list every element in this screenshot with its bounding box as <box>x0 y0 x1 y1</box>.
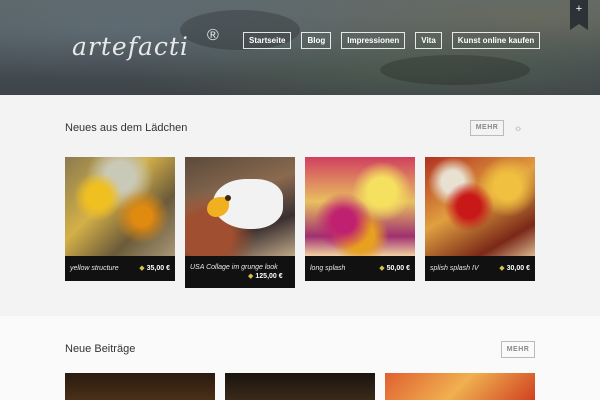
eagle-eye-shape <box>225 195 231 201</box>
product-name[interactable]: long splash <box>310 265 345 272</box>
price-tag-icon: ◆ <box>248 273 254 280</box>
price-tag-icon: ◆ <box>139 265 145 272</box>
product-caption: USA Collage im grunge look ◆ 125,00 € <box>185 256 295 288</box>
product-price: 125,00 € <box>255 273 283 280</box>
post-thumbnail[interactable] <box>225 373 375 400</box>
product-caption: yellow structure ◆ 35,00 € <box>65 256 175 281</box>
nav-startseite[interactable]: Startseite <box>243 32 292 49</box>
nav-vita[interactable]: Vita <box>415 32 442 49</box>
product-card[interactable]: long splash ◆ 50,00 € <box>305 157 415 281</box>
price-tag-icon: ◆ <box>499 265 505 272</box>
shop-section-title: Neues aus dem Lädchen <box>65 122 188 134</box>
product-price: 50,00 € <box>386 265 410 272</box>
product-caption: splish splash IV ◆ 30,00 € <box>425 256 535 281</box>
nav-kunst-online-kaufen[interactable]: Kunst online kaufen <box>451 32 541 49</box>
post-thumbnail[interactable] <box>65 373 215 400</box>
posts-more-button[interactable]: MEHR <box>501 341 535 358</box>
expand-ribbon[interactable]: + <box>570 0 588 30</box>
product-card[interactable]: splish splash IV ◆ 30,00 € <box>425 157 535 281</box>
product-name[interactable]: USA Collage im grunge look <box>190 263 290 272</box>
product-price: 30,00 € <box>506 265 530 272</box>
product-image[interactable] <box>65 157 175 256</box>
nav-impressionen[interactable]: Impressionen <box>341 32 406 49</box>
shop-more-button[interactable]: MEHR <box>470 120 504 136</box>
product-caption: long splash ◆ 50,00 € <box>305 256 415 281</box>
header-texture <box>380 55 530 85</box>
product-price: 35,00 € <box>146 265 170 272</box>
product-image[interactable] <box>425 157 535 256</box>
chevron-right-icon[interactable]: › <box>518 123 522 135</box>
site-logo[interactable]: artefacti <box>72 32 189 61</box>
carousel-arrows: ‹› <box>515 123 522 135</box>
posts-section-title: Neue Beiträge <box>65 343 136 355</box>
product-image[interactable] <box>185 157 295 256</box>
product-card[interactable]: USA Collage im grunge look ◆ 125,00 € <box>185 157 295 288</box>
post-thumbnail[interactable] <box>385 373 535 400</box>
plus-icon: + <box>575 3 583 15</box>
site-header: artefacti ® Startseite Blog Impressionen… <box>0 0 600 95</box>
product-image[interactable] <box>305 157 415 256</box>
registered-mark: ® <box>207 27 219 44</box>
product-name[interactable]: splish splash IV <box>430 265 479 272</box>
price-tag-icon: ◆ <box>379 265 385 272</box>
product-name[interactable]: yellow structure <box>70 265 119 272</box>
nav-blog[interactable]: Blog <box>301 32 332 49</box>
product-card[interactable]: yellow structure ◆ 35,00 € <box>65 157 175 281</box>
main-nav: Startseite Blog Impressionen Vita Kunst … <box>243 32 541 49</box>
